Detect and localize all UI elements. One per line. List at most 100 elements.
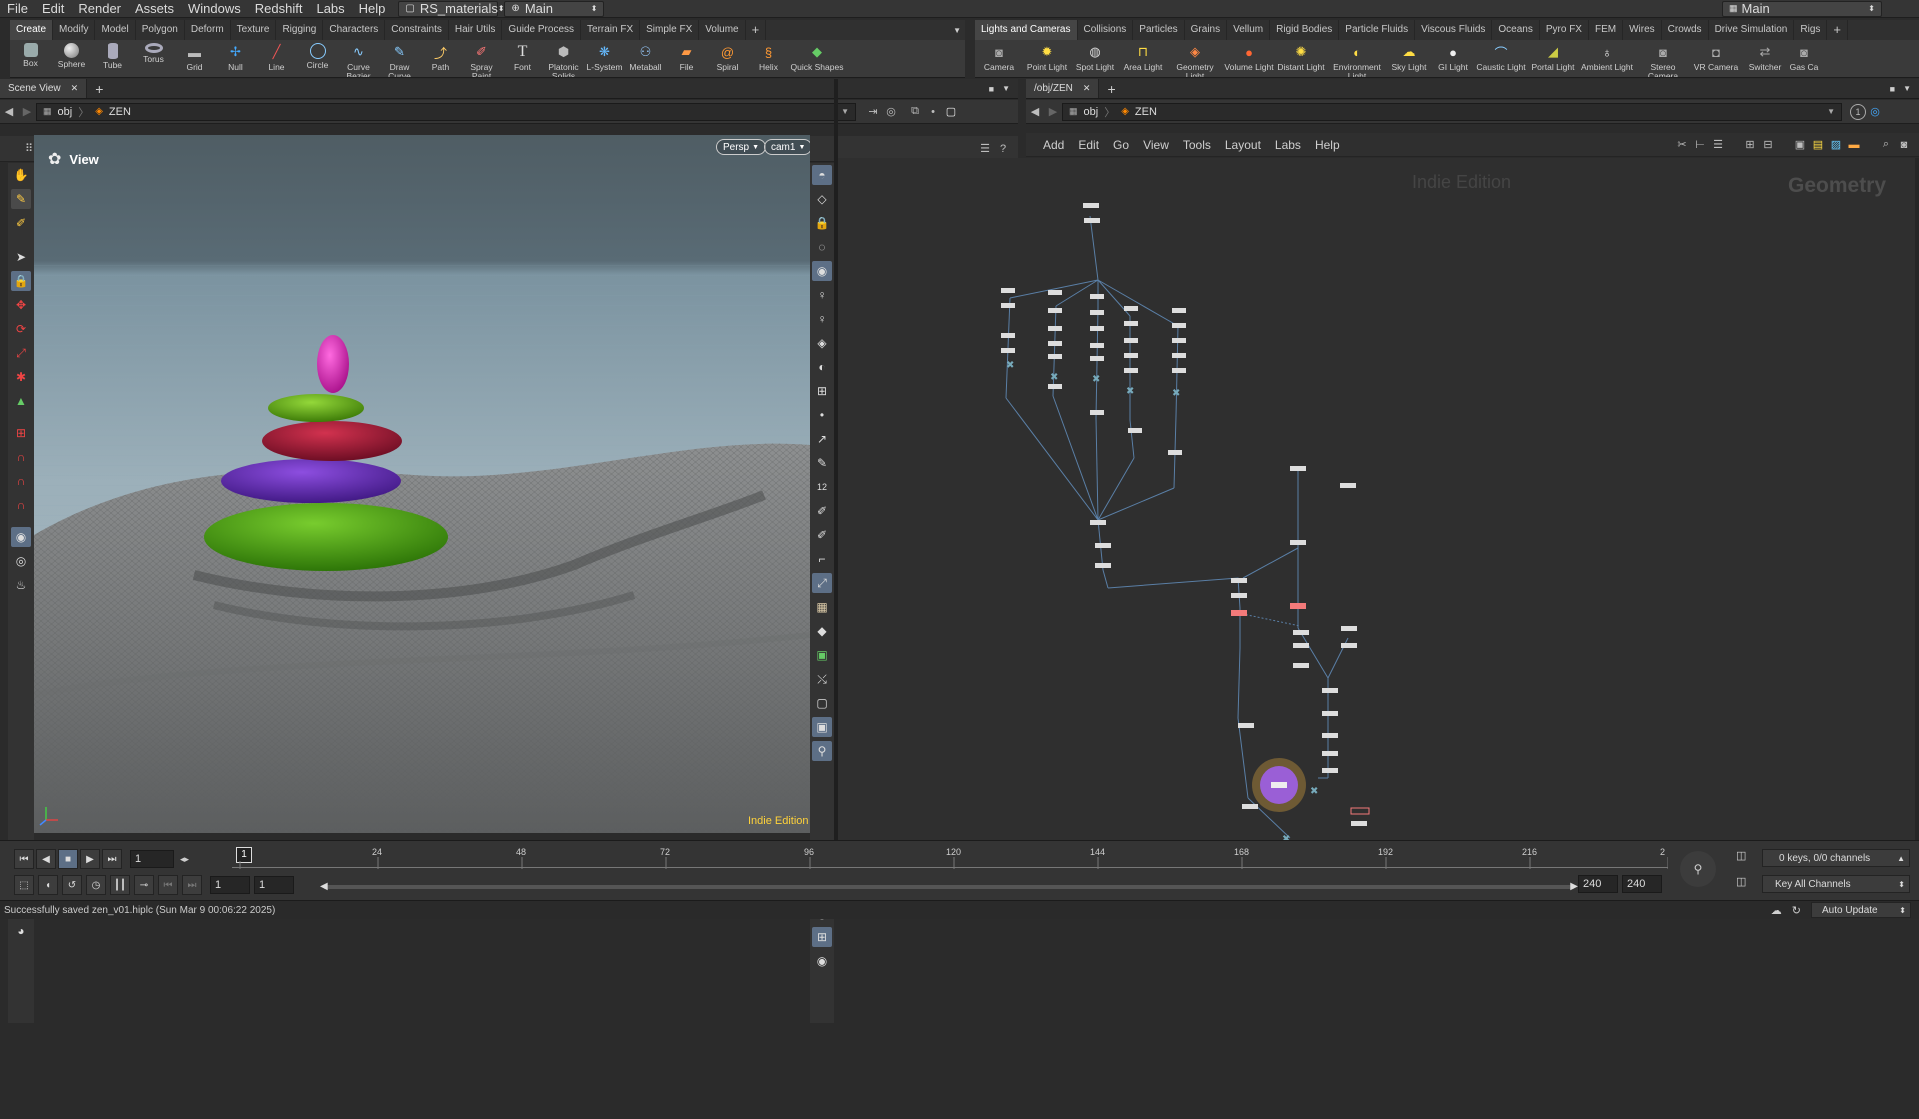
tool-grid[interactable]: ▬ Grid — [174, 40, 215, 72]
display-clip-icon[interactable]: ▢ — [812, 693, 832, 713]
shelf-tab-particles[interactable]: Particles — [1133, 20, 1185, 40]
display-wire-icon[interactable]: ◇ — [812, 189, 832, 209]
range-handle-end[interactable]: ▶ — [1570, 881, 1578, 892]
next-key-button[interactable]: ⏭ — [182, 875, 202, 895]
frame-icon[interactable]: ▢ — [942, 103, 960, 121]
network-menu-help[interactable]: Help — [1308, 138, 1347, 152]
shelf-tab-deform[interactable]: Deform — [185, 20, 231, 40]
back-arrow-icon[interactable]: ◀ — [1026, 103, 1044, 121]
pin-icon[interactable]: ⇥ — [864, 103, 882, 121]
sync-toggle[interactable]: ◷ — [86, 875, 106, 895]
shelf-tab-rigs[interactable]: Rigs — [1794, 20, 1828, 40]
grid-view-icon[interactable]: ⊞ — [1741, 136, 1759, 154]
pose-tool-icon[interactable]: ✱ — [11, 367, 31, 387]
audio-toggle[interactable]: ◖ — [38, 875, 58, 895]
tool-circle[interactable]: Circle — [297, 40, 338, 70]
audio-icon[interactable]: ⚲ — [1680, 851, 1716, 887]
rig-tool-icon[interactable]: ▲ — [11, 391, 31, 411]
key-icon[interactable]: ◫ — [1736, 875, 1754, 893]
shelf-tab-guide-process[interactable]: Guide Process — [502, 20, 582, 40]
desktop-selector[interactable]: ⊕ Main ⬍ — [504, 0, 605, 17]
shelf-tab-wires[interactable]: Wires — [1623, 20, 1662, 40]
pane-menu-arrow-icon[interactable]: ▼ — [1895, 84, 1919, 93]
shelf-tab-grains[interactable]: Grains — [1185, 20, 1228, 40]
display-checker-icon[interactable]: ▦ — [812, 597, 832, 617]
tool-line[interactable]: ╱ Line — [256, 40, 297, 72]
dot-icon[interactable]: • — [924, 103, 942, 121]
image-icon[interactable]: ▣ — [1791, 136, 1809, 154]
display-bg-icon[interactable]: ◐ — [812, 357, 832, 377]
network-menu-labs[interactable]: Labs — [1268, 138, 1308, 152]
tool-point-light[interactable]: ✹ Point Light — [1023, 40, 1071, 72]
tool-null[interactable]: ✢ Null — [215, 40, 256, 72]
display-image-icon[interactable]: ▣ — [812, 717, 832, 737]
move-tool-icon[interactable]: ✥ — [11, 295, 31, 315]
shelf-tab-particle-fluids[interactable]: Particle Fluids — [1339, 20, 1416, 40]
tool-l-system[interactable]: ❋ L-System — [584, 40, 625, 72]
frame-ruler[interactable]: 1 24 48 72 96 120 144 168 192 216 2 — [232, 847, 1668, 873]
shelf-tab-collisions[interactable]: Collisions — [1078, 20, 1134, 40]
shelf-tab-volume[interactable]: Volume — [699, 20, 746, 40]
tool-box[interactable]: Box — [10, 40, 51, 68]
menu-edit[interactable]: Edit — [35, 1, 71, 16]
shelf-tab-rigging[interactable]: Rigging — [276, 20, 324, 40]
tree-icon[interactable]: ⊢ — [1691, 136, 1709, 154]
tool-portal-light[interactable]: ◢ Portal Light — [1527, 40, 1579, 72]
tool-stereo-camera[interactable]: ◙ Stereo Camera — [1635, 40, 1691, 78]
display-point-icon[interactable]: • — [812, 405, 832, 425]
display-light-1-icon[interactable]: ♀ — [812, 285, 832, 305]
shelf-tab-crowds[interactable]: Crowds — [1662, 20, 1709, 40]
display-brush-icon[interactable]: ✐ — [812, 501, 832, 521]
range-end-field-2[interactable]: 240 — [1622, 875, 1662, 893]
file-selector[interactable]: ▢ RS_materials ⬍ — [398, 0, 505, 17]
stack-icon[interactable]: ⧉ — [906, 103, 924, 121]
tool-draw-curve[interactable]: ✎ Draw Curve — [379, 40, 420, 77]
shelf-tab-lights-cameras[interactable]: Lights and Cameras — [975, 20, 1078, 40]
scale-tool-icon[interactable]: ⤢ — [11, 343, 31, 363]
network-editor[interactable]: Indie Edition Geometry ✖ ✖ ✖ ✖ ✖ ✖ ✖ — [838, 158, 1919, 840]
right-desktop-selector[interactable]: ▦ Main ⬍ — [1722, 0, 1882, 17]
network-menu-layout[interactable]: Layout — [1218, 138, 1268, 152]
tab-scene-view[interactable]: Scene View ✕ — [0, 79, 88, 98]
arrow-tool-icon[interactable]: ➤ — [11, 247, 31, 267]
loop-toggle[interactable]: ↺ — [62, 875, 82, 895]
menu-assets[interactable]: Assets — [128, 1, 181, 16]
display-map-icon[interactable]: ▣ — [812, 645, 832, 665]
tool-vr-camera[interactable]: ◘ VR Camera — [1691, 40, 1741, 72]
shelf-tab-terrain-fx[interactable]: Terrain FX — [581, 20, 641, 40]
magnet-3-icon[interactable]: ∩ — [11, 495, 31, 515]
shelf-tab-model[interactable]: Model — [95, 20, 136, 40]
path-field[interactable]: ▦ obj 〉 ◈ ZEN ▼ — [36, 102, 856, 121]
menu-render[interactable]: Render — [71, 1, 128, 16]
view-tool-icon[interactable]: ◉ — [11, 527, 31, 547]
view-gear-icon[interactable]: ✿ — [48, 149, 61, 169]
shelf-tab-pyro-fx[interactable]: Pyro FX — [1540, 20, 1589, 40]
display-normal-icon[interactable]: ↗ — [812, 429, 832, 449]
path-obj[interactable]: obj — [58, 106, 73, 118]
prev-key-button[interactable]: ⏮ — [158, 875, 178, 895]
display-lock-icon[interactable]: 🔒 — [812, 213, 832, 233]
range-toggle[interactable]: ┃┃ — [110, 875, 130, 895]
tool-camera[interactable]: ◙ Camera — [975, 40, 1023, 72]
jump-start-button[interactable]: ⏮ — [14, 849, 34, 869]
range-start-field-2[interactable]: 1 — [254, 876, 294, 894]
display-crop-icon[interactable]: ⌐ — [812, 549, 832, 569]
brush-tool-icon[interactable]: ✐ — [11, 213, 31, 233]
display-pin-icon[interactable]: ⚲ — [812, 741, 832, 761]
add-tab-button[interactable]: + — [1099, 81, 1123, 97]
play-button[interactable]: ▶ — [80, 849, 100, 869]
display-options-icon[interactable]: ☰ — [976, 140, 994, 158]
box-icon[interactable]: ▬ — [1845, 136, 1863, 154]
tool-helix[interactable]: § Helix — [748, 40, 789, 72]
tool-spiral[interactable]: @ Spiral — [707, 40, 748, 72]
tool-torus[interactable]: Torus — [133, 40, 174, 64]
network-path-obj[interactable]: obj — [1084, 106, 1099, 118]
shelf-tab-modify[interactable]: Modify — [53, 20, 96, 40]
display-brush-2-icon[interactable]: ✐ — [812, 525, 832, 545]
network-menu-go[interactable]: Go — [1106, 138, 1136, 152]
wrench-icon[interactable]: ✂ — [1673, 136, 1691, 154]
shelf-tab-viscous-fluids[interactable]: Viscous Fluids — [1415, 20, 1493, 40]
chevron-up-icon[interactable]: ▲ — [1897, 854, 1909, 863]
tool-ambient-light[interactable]: ♁ Ambient Light — [1579, 40, 1635, 72]
shelf-menu-arrow-icon[interactable]: ▼ — [953, 26, 965, 35]
